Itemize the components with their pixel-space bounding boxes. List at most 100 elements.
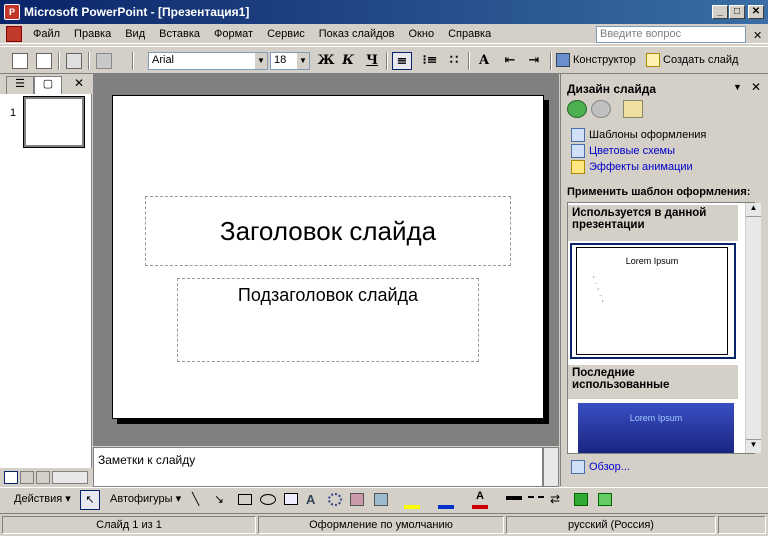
3d-style-icon[interactable] bbox=[598, 493, 612, 506]
close-icon[interactable]: ✕ bbox=[751, 80, 761, 94]
align-left-button[interactable]: ≡ bbox=[392, 52, 412, 70]
menu-tools[interactable]: Сервис bbox=[260, 28, 312, 40]
browse-link[interactable]: Обзор... bbox=[571, 460, 630, 474]
scroll-down-icon[interactable]: ▼ bbox=[746, 439, 761, 453]
slide-subtitle-text: Подзаголовок слайда bbox=[237, 285, 419, 305]
chevron-down-icon[interactable]: ▼ bbox=[255, 53, 267, 69]
home-icon[interactable] bbox=[623, 100, 643, 118]
design-templates-link[interactable]: Шаблоны оформления bbox=[571, 128, 706, 142]
font-color-icon[interactable]: A bbox=[472, 490, 488, 509]
back-icon[interactable] bbox=[567, 100, 587, 118]
actions-menu[interactable]: Действия ▾ bbox=[14, 492, 71, 505]
menu-file[interactable]: Файл bbox=[26, 28, 67, 40]
template-thumbnail-recent[interactable]: Lorem Ipsum bbox=[578, 403, 734, 453]
menu-format[interactable]: Формат bbox=[207, 28, 260, 40]
bold-button[interactable]: Ж bbox=[316, 52, 336, 70]
menu-help[interactable]: Справка bbox=[441, 28, 498, 40]
italic-button[interactable]: К bbox=[338, 52, 358, 70]
doc-close-button[interactable]: ✕ bbox=[753, 29, 762, 42]
slide-canvas[interactable]: Заголовок слайда Подзаголовок слайда bbox=[112, 95, 544, 419]
group-used-in-presentation: Используется в данной презентации bbox=[568, 205, 738, 241]
notes-field[interactable]: Заметки к слайду bbox=[93, 447, 543, 487]
close-icon[interactable]: ✕ bbox=[74, 76, 84, 90]
fill-color-icon[interactable] bbox=[404, 493, 420, 509]
increase-font-button[interactable]: A bbox=[474, 52, 494, 70]
new-slide-button[interactable]: Создать слайд bbox=[646, 53, 738, 67]
slide-title-placeholder[interactable]: Заголовок слайда bbox=[145, 196, 511, 266]
toolbar: Arial ▼ 18 ▼ Ж К Ч ≡ ⁝≡ ∷ A ⇤ ⇥ Конструк… bbox=[0, 46, 768, 74]
status-bar: Слайд 1 из 1 Оформление по умолчанию рус… bbox=[0, 513, 768, 536]
autoshapes-menu[interactable]: Автофигуры ▾ bbox=[110, 492, 181, 505]
line-style-icon[interactable] bbox=[506, 496, 522, 500]
design-templates-label: Шаблоны оформления bbox=[589, 129, 707, 141]
normal-view-icon[interactable] bbox=[4, 471, 18, 484]
menu-insert[interactable]: Вставка bbox=[152, 28, 207, 40]
slides-panel-tabs: ☰ ▢ ✕ bbox=[0, 74, 92, 94]
diagram-icon[interactable] bbox=[328, 493, 342, 506]
menu-window[interactable]: Окно bbox=[402, 28, 442, 40]
browse-label: Обзор... bbox=[589, 461, 630, 473]
wordart-icon[interactable]: A bbox=[306, 492, 315, 507]
separator bbox=[88, 52, 90, 70]
slide-subtitle-placeholder[interactable]: Подзаголовок слайда bbox=[177, 278, 479, 362]
chevron-down-icon[interactable]: ▼ bbox=[297, 53, 309, 69]
menu-view[interactable]: Вид bbox=[118, 28, 152, 40]
template-preview: Lorem Ipsum • – • – • bbox=[576, 247, 728, 355]
window-title: Microsoft PowerPoint - [Презентация1] bbox=[24, 5, 250, 19]
close-button[interactable]: ✕ bbox=[748, 5, 764, 19]
status-spare bbox=[718, 516, 766, 534]
template-thumbnail-current[interactable]: Lorem Ipsum • – • – • bbox=[570, 243, 736, 359]
template-list-scrollbar[interactable]: ▲ ▼ bbox=[745, 203, 761, 453]
document-icon[interactable] bbox=[6, 25, 22, 42]
menu-edit[interactable]: Правка bbox=[67, 28, 118, 40]
copy-icon[interactable] bbox=[96, 53, 112, 69]
underline-button[interactable]: Ч bbox=[362, 52, 382, 70]
line-color-icon[interactable] bbox=[438, 493, 454, 509]
slide-thumbnail[interactable] bbox=[23, 96, 85, 148]
font-size-value: 18 bbox=[274, 54, 287, 66]
numbered-list-button[interactable]: ⁝≡ bbox=[420, 52, 440, 70]
dash-style-icon[interactable] bbox=[528, 496, 544, 500]
powerpoint-app-icon[interactable]: P bbox=[4, 4, 20, 20]
clipart-icon[interactable] bbox=[350, 493, 364, 506]
minimize-button[interactable]: _ bbox=[712, 5, 728, 19]
template-list: Используется в данной презентации Lorem … bbox=[567, 202, 761, 454]
menu-slideshow[interactable]: Показ слайдов bbox=[312, 28, 402, 40]
bulleted-list-button[interactable]: ∷ bbox=[444, 52, 464, 70]
textbox-icon[interactable] bbox=[284, 493, 298, 505]
tab-outline[interactable]: ☰ bbox=[6, 76, 34, 94]
tab-slides[interactable]: ▢ bbox=[34, 76, 62, 94]
increase-indent-button[interactable]: ⇥ bbox=[524, 52, 544, 70]
maximize-button[interactable]: □ bbox=[729, 5, 745, 19]
shadow-style-icon[interactable] bbox=[574, 493, 588, 506]
help-question-input[interactable]: Введите вопрос bbox=[596, 26, 746, 43]
arrow-style-icon[interactable]: ⇄ bbox=[550, 492, 560, 506]
slide-sorter-view-icon[interactable] bbox=[20, 471, 34, 484]
arrow-icon[interactable]: ↘ bbox=[214, 492, 224, 506]
decrease-indent-button[interactable]: ⇤ bbox=[500, 52, 520, 70]
select-pointer-icon[interactable]: ↖ bbox=[80, 490, 100, 510]
animation-effects-link[interactable]: Эффекты анимации bbox=[571, 160, 693, 174]
font-name-select[interactable]: Arial ▼ bbox=[148, 52, 268, 70]
picture-icon[interactable] bbox=[374, 493, 388, 506]
templates-icon bbox=[571, 128, 585, 142]
oval-icon[interactable] bbox=[260, 494, 276, 505]
chevron-down-icon[interactable]: ▼ bbox=[733, 82, 742, 92]
designer-button[interactable]: Конструктор bbox=[556, 53, 636, 67]
notes-scrollbar[interactable] bbox=[543, 447, 559, 487]
scroll-up-icon[interactable]: ▲ bbox=[746, 203, 761, 217]
animation-effects-label: Эффекты анимации bbox=[589, 161, 693, 173]
horizontal-scrollbar[interactable] bbox=[52, 471, 88, 484]
line-icon[interactable]: ╲ bbox=[192, 492, 199, 506]
slideshow-view-icon[interactable] bbox=[36, 471, 50, 484]
color-schemes-icon bbox=[571, 144, 585, 158]
open-icon[interactable] bbox=[36, 53, 52, 69]
color-schemes-link[interactable]: Цветовые схемы bbox=[571, 144, 675, 158]
font-size-select[interactable]: 18 ▼ bbox=[270, 52, 310, 70]
title-bar: P Microsoft PowerPoint - [Презентация1] bbox=[0, 0, 768, 24]
rectangle-icon[interactable] bbox=[238, 494, 252, 505]
new-document-icon[interactable] bbox=[12, 53, 28, 69]
slide-title-text: Заголовок слайда bbox=[219, 215, 437, 246]
forward-icon[interactable] bbox=[591, 100, 611, 118]
print-icon[interactable] bbox=[66, 53, 82, 69]
